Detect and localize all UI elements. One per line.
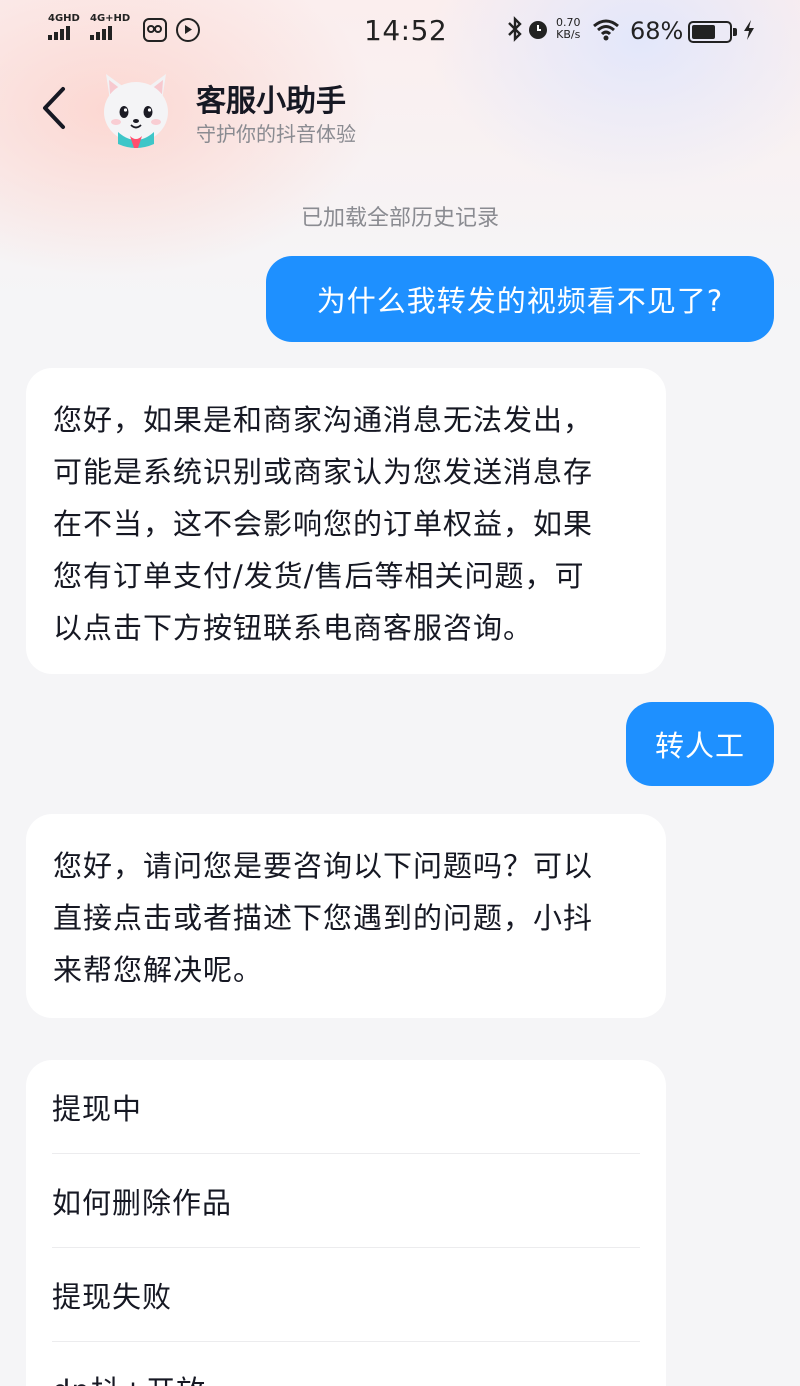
history-loaded-tip: 已加载全部历史记录 [300, 206, 499, 231]
question-option[interactable]: dp抖+开放 [52, 1342, 640, 1386]
message-line: 以点击下方按钮联系电商客服咨询。 [53, 611, 534, 645]
message-line: 您好，如果是和商家沟通消息无法发出， [53, 403, 594, 437]
app-notification-icon [143, 18, 167, 42]
alarm-icon [526, 17, 550, 47]
battery-level [692, 25, 716, 39]
signal-bars-icon [90, 26, 130, 40]
suggested-questions-card: 提现中 如何删除作品 提现失败 dp抖+开放 [26, 1060, 666, 1386]
play-notification-icon [176, 18, 200, 42]
bot-message-bubble[interactable]: 您好，请问您是要咨询以下问题吗？可以 直接点击或者描述下您遇到的问题，小抖 来帮… [26, 814, 666, 1018]
signal-2-label: 4G+HD [90, 13, 131, 24]
cat-mascot-icon [104, 74, 168, 148]
wifi-icon [592, 18, 620, 48]
question-option[interactable]: 提现失败 [52, 1248, 640, 1342]
battery-percent: 68% [630, 17, 684, 45]
chevron-left-icon [43, 87, 65, 129]
message-line: 可能是系统识别或商家认为您发送消息存 [53, 455, 594, 489]
signal-1: 4GHD [48, 14, 80, 40]
battery-icon [688, 21, 737, 43]
signal-bars-icon [48, 26, 80, 40]
bot-message-bubble[interactable]: 您好，如果是和商家沟通消息无法发出， 可能是系统识别或商家认为您发送消息存 在不… [26, 368, 666, 674]
question-option[interactable]: 提现中 [52, 1060, 640, 1154]
question-option[interactable]: 如何删除作品 [52, 1154, 640, 1248]
page-subtitle: 守护你的抖音体验 [196, 122, 356, 146]
message-text: 转人工 [654, 729, 745, 763]
page-title: 客服小助手 [196, 84, 346, 119]
message-line: 在不当，这不会影响您的订单权益，如果 [53, 507, 594, 541]
clock: 14:52 [364, 14, 448, 47]
bluetooth-icon [506, 16, 524, 48]
net-speed-unit: KB/s [556, 28, 581, 41]
message-line: 您有订单支付/发货/售后等相关问题，可 [53, 559, 585, 593]
battery-tip [733, 28, 737, 36]
message-line: 您好，请问您是要咨询以下问题吗？可以 [53, 849, 594, 883]
back-button[interactable] [30, 80, 78, 136]
chat-screen: 4GHD 4G+HD 14:52 0.70 KB/s 68% 客服小助手 守护你… [0, 0, 800, 1386]
net-speed: 0.70 KB/s [556, 17, 581, 41]
signal-2: 4G+HD [90, 14, 130, 40]
message-line: 直接点击或者描述下您遇到的问题，小抖 [53, 901, 594, 935]
message-text: 为什么我转发的视频看不见了? [316, 284, 724, 318]
status-bar: 4GHD 4G+HD 14:52 0.70 KB/s 68% [0, 0, 800, 62]
assistant-avatar[interactable] [96, 70, 176, 150]
user-message-bubble[interactable]: 转人工 [626, 702, 774, 786]
user-message-bubble[interactable]: 为什么我转发的视频看不见了? [266, 256, 774, 342]
signal-1-label: 4GHD [48, 13, 80, 24]
charging-icon [742, 19, 756, 47]
message-line: 来帮您解决呢。 [53, 953, 264, 987]
